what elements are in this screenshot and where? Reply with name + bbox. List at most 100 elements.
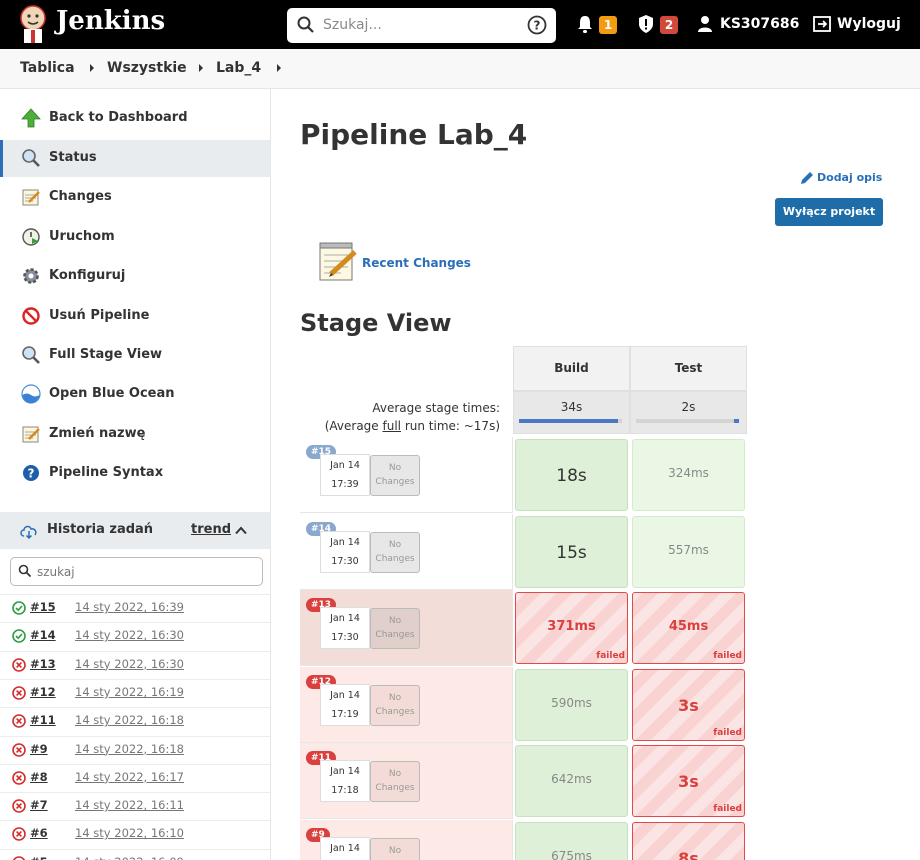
help-icon[interactable]: ? bbox=[527, 15, 547, 35]
build-date-link[interactable]: 14 sty 2022, 16:11 bbox=[75, 798, 184, 812]
svg-text:?: ? bbox=[534, 19, 541, 33]
build-number-link[interactable]: #11 bbox=[30, 713, 56, 727]
stage-cell[interactable]: 18s bbox=[515, 439, 628, 511]
sidebar-item-configure[interactable]: Konfiguruj bbox=[0, 258, 270, 295]
breadcrumb-separator-icon[interactable] bbox=[277, 64, 281, 72]
run-date: Jan 14 17:19 bbox=[320, 683, 370, 726]
stage-view-title: Stage View bbox=[300, 309, 452, 337]
history-row[interactable]: #8 14 sty 2022, 16:17 bbox=[0, 763, 270, 792]
build-history-header: Historia zadań trend bbox=[0, 512, 270, 549]
build-date-link[interactable]: 14 sty 2022, 16:30 bbox=[75, 657, 184, 671]
logout-link[interactable]: Wyloguj bbox=[837, 16, 901, 32]
sidebar-item-label: Open Blue Ocean bbox=[49, 386, 175, 401]
sidebar-item-run[interactable]: Uruchom bbox=[0, 219, 270, 256]
brand-name[interactable]: Jenkins bbox=[56, 6, 165, 36]
build-number-link[interactable]: #14 bbox=[30, 628, 56, 642]
sidebar-item-open-blue-ocean[interactable]: Open Blue Ocean bbox=[0, 376, 270, 413]
breadcrumb-separator-icon[interactable] bbox=[90, 64, 94, 72]
breadcrumb-separator-icon[interactable] bbox=[199, 64, 203, 72]
stage-cell[interactable]: 15s bbox=[515, 515, 628, 588]
build-number-link[interactable]: #8 bbox=[30, 770, 48, 784]
history-row[interactable]: #7 14 sty 2022, 16:11 bbox=[0, 792, 270, 820]
build-date-link[interactable]: 14 sty 2022, 16:18 bbox=[75, 713, 184, 727]
stage-cell[interactable]: 45ms failed bbox=[632, 592, 745, 665]
sidebar-item-full-stage-view[interactable]: Full Stage View bbox=[0, 337, 270, 374]
history-row[interactable]: #9 14 sty 2022, 16:18 bbox=[0, 735, 270, 764]
blue-ocean-icon bbox=[21, 384, 41, 404]
stage-cell[interactable]: 3s failed bbox=[632, 745, 745, 818]
run-info: #9Jan 14NoChanges bbox=[300, 820, 513, 860]
run-date: Jan 14 17:30 bbox=[320, 530, 370, 573]
sidebar-item-delete-pipeline[interactable]: Usuń Pipeline bbox=[0, 298, 270, 335]
breadcrumb-dashboard[interactable]: Tablica bbox=[20, 60, 75, 76]
bell-icon[interactable] bbox=[576, 14, 594, 34]
stage-duration: 3s bbox=[678, 695, 699, 715]
stage-duration: 18s bbox=[556, 466, 587, 486]
history-row[interactable]: #13 14 sty 2022, 16:30 bbox=[0, 650, 270, 679]
chevron-up-icon[interactable] bbox=[235, 526, 247, 535]
sidebar-item-pipeline-syntax[interactable]: ? Pipeline Syntax bbox=[0, 455, 270, 492]
history-row[interactable]: #12 14 sty 2022, 16:19 bbox=[0, 678, 270, 707]
magnifier-icon bbox=[22, 346, 40, 364]
stage-cell[interactable]: 371ms failed bbox=[515, 592, 628, 665]
recent-changes-link[interactable]: Recent Changes bbox=[362, 256, 471, 270]
add-description-label: Dodaj opis bbox=[817, 171, 883, 184]
logout-icon[interactable] bbox=[813, 14, 833, 34]
sidebar-item-changes[interactable]: Changes bbox=[0, 179, 270, 216]
build-date-link[interactable]: 14 sty 2022, 16:18 bbox=[75, 742, 184, 756]
stage-run-row: #15 Jan 14 17:39 No Changes 18s 324ms bbox=[300, 437, 748, 513]
sidebar-item-rename[interactable]: Zmień nazwę bbox=[0, 416, 270, 453]
stage-cell[interactable]: 557ms bbox=[632, 515, 745, 588]
build-number-link[interactable]: #5 bbox=[30, 855, 48, 860]
user-link[interactable]: KS307686 bbox=[720, 16, 799, 32]
stage-duration: 324ms bbox=[668, 466, 709, 480]
stage-cell[interactable]: 8sfailed bbox=[632, 822, 745, 860]
breadcrumb-all[interactable]: Wszystkie bbox=[107, 60, 187, 76]
build-number-link[interactable]: #7 bbox=[30, 798, 48, 812]
breadcrumb-job[interactable]: Lab_4 bbox=[216, 60, 261, 76]
build-date-link[interactable]: 14 sty 2022, 16:30 bbox=[75, 628, 184, 642]
build-number-link[interactable]: #13 bbox=[30, 657, 56, 671]
run-date: Jan 14 17:30 bbox=[320, 607, 370, 650]
sidebar-item-status[interactable]: Status bbox=[0, 140, 270, 177]
build-date-link[interactable]: 14 sty 2022, 16:19 bbox=[75, 685, 184, 699]
build-date-link[interactable]: 14 sty 2022, 16:09 bbox=[75, 855, 184, 860]
history-search-input[interactable] bbox=[37, 562, 237, 582]
trend-link[interactable]: trend bbox=[191, 522, 231, 537]
history-row[interactable]: #6 14 sty 2022, 16:10 bbox=[0, 820, 270, 849]
stage-cell[interactable]: 3s failed bbox=[632, 668, 745, 741]
build-number-link[interactable]: #12 bbox=[30, 685, 56, 699]
history-row[interactable]: #11 14 sty 2022, 16:18 bbox=[0, 707, 270, 736]
build-number-link[interactable]: #6 bbox=[30, 826, 48, 840]
stage-cell[interactable]: 590ms bbox=[515, 668, 628, 741]
sidebar-item-label: Uruchom bbox=[49, 229, 115, 244]
stage-cell[interactable]: 675ms bbox=[515, 822, 628, 860]
search-input[interactable] bbox=[323, 14, 513, 36]
build-date-link[interactable]: 14 sty 2022, 16:39 bbox=[75, 600, 184, 614]
history-row[interactable]: #5 14 sty 2022, 16:09 bbox=[0, 848, 270, 860]
notifications-badge[interactable]: 1 bbox=[599, 16, 617, 34]
sidebar-item-back-to-dashboard[interactable]: Back to Dashboard bbox=[0, 100, 270, 137]
failed-label: failed bbox=[713, 651, 742, 662]
stage-cell[interactable]: 642ms bbox=[515, 745, 628, 818]
stage-run-row: #9Jan 14NoChanges 675ms 8sfailed bbox=[300, 820, 748, 860]
history-row[interactable]: #14 14 sty 2022, 16:30 bbox=[0, 622, 270, 650]
build-date-link[interactable]: 14 sty 2022, 16:17 bbox=[75, 770, 184, 784]
history-row[interactable]: #15 14 sty 2022, 16:39 bbox=[0, 594, 270, 622]
disable-project-button[interactable]: Wyłącz projekt bbox=[775, 198, 883, 226]
failed-x-icon bbox=[12, 827, 26, 842]
build-date-link[interactable]: 14 sty 2022, 16:10 bbox=[75, 826, 184, 840]
build-number-link[interactable]: #9 bbox=[30, 742, 48, 756]
user-icon[interactable] bbox=[697, 14, 713, 34]
shield-icon[interactable] bbox=[637, 14, 655, 34]
stage-average-bar bbox=[636, 419, 739, 423]
build-number-link[interactable]: #15 bbox=[30, 600, 56, 614]
stage-duration: 642ms bbox=[551, 772, 592, 787]
stage-average-build: 34s bbox=[513, 391, 630, 434]
jenkins-logo-icon[interactable] bbox=[18, 5, 48, 43]
notepad-icon[interactable] bbox=[317, 240, 359, 282]
failed-label: failed bbox=[713, 804, 742, 815]
security-badge[interactable]: 2 bbox=[660, 16, 678, 34]
help-icon: ? bbox=[23, 465, 39, 481]
stage-cell[interactable]: 324ms bbox=[632, 439, 745, 511]
